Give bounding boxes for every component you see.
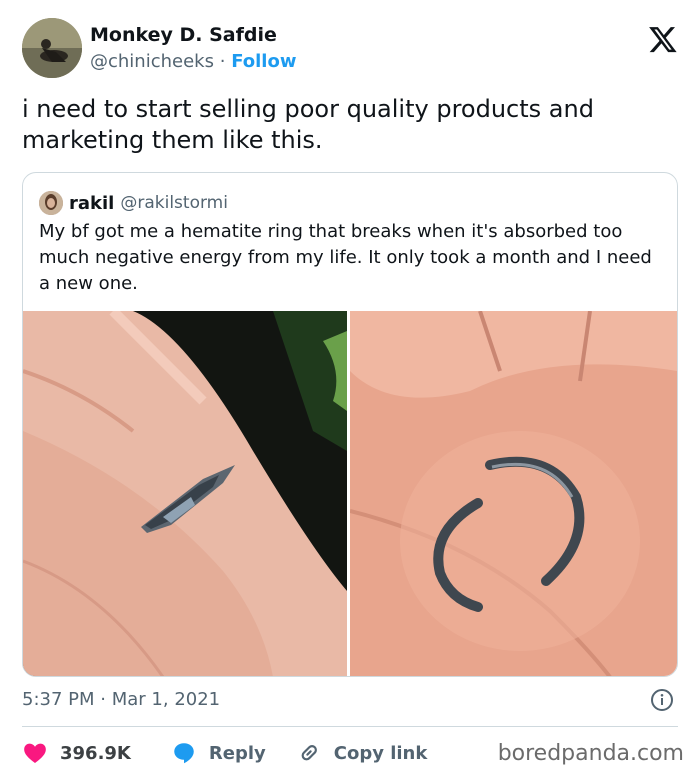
author-handle[interactable]: @chinicheeks (90, 51, 214, 72)
reply-bubble-icon (171, 740, 197, 766)
tweet-timestamp[interactable]: 5:37 PM · Mar 1, 2021 (22, 688, 220, 712)
quoted-tweet-text: My bf got me a hematite ring that breaks… (39, 221, 652, 294)
copy-link-label: Copy link (333, 742, 428, 764)
heart-icon (22, 740, 48, 766)
author-names: Monkey D. Safdie @chinicheeks · Follow (90, 23, 296, 75)
reply-button[interactable]: Reply (171, 740, 266, 766)
like-count: 396.9K (60, 742, 131, 764)
info-icon[interactable] (650, 688, 674, 712)
tweet-text: i need to start selling poor quality pro… (22, 95, 594, 154)
tweet-actions: 396.9K Reply Copy link (22, 738, 427, 768)
quoted-author-handle: @rakilstormi (120, 193, 228, 213)
follow-button[interactable]: Follow (231, 51, 296, 72)
divider (22, 726, 678, 727)
quoted-author-avatar (39, 191, 63, 215)
author-handle-row: @chinicheeks · Follow (90, 49, 296, 75)
handle-separator: · (219, 51, 226, 72)
quoted-tweet-header: rakil @rakilstormi (39, 191, 228, 215)
copy-link-button[interactable]: Copy link (296, 740, 428, 766)
broken-ring-palm-photo[interactable] (350, 311, 677, 676)
timestamp-separator: · (100, 689, 106, 710)
watermark-boredpanda: boredpanda.com (497, 741, 684, 766)
link-icon (296, 740, 322, 766)
tweet-header: Monkey D. Safdie @chinicheeks · Follow (22, 18, 678, 80)
quoted-tweet[interactable]: rakil @rakilstormi My bf got me a hemati… (22, 172, 678, 677)
quoted-author-name: rakil (69, 192, 115, 214)
reply-label: Reply (208, 742, 266, 764)
x-logo-icon[interactable] (648, 24, 678, 54)
author-avatar[interactable] (22, 18, 82, 78)
author-display-name[interactable]: Monkey D. Safdie (90, 23, 296, 47)
like-button[interactable]: 396.9K (22, 740, 131, 766)
ring-on-finger-photo[interactable] (23, 311, 347, 676)
tweet-time: 5:37 PM (22, 689, 95, 710)
quoted-tweet-media (23, 311, 677, 676)
tweet-date: Mar 1, 2021 (111, 689, 221, 710)
